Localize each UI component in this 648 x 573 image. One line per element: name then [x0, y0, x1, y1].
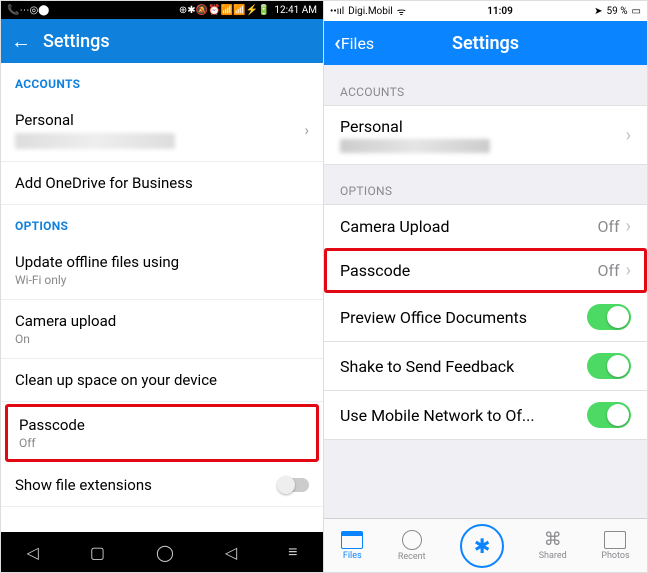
row-shake-feedback[interactable]: Shake to Send Feedback — [324, 341, 647, 391]
row-clean-up[interactable]: Clean up space on your device — [1, 359, 323, 402]
toggle-off[interactable] — [279, 478, 309, 492]
ios-tabbar: Files Recent ✱ ⌘ Shared Photos — [324, 518, 647, 572]
row-camera-upload[interactable]: Camera upload On — [1, 300, 323, 359]
row-sub: Off — [19, 436, 85, 450]
row-label: Add OneDrive for Business — [15, 174, 193, 192]
ios-screen: ••ııl Digi.Mobil ᯤ 11:09 ➤ 59 % ▭ ‹ File… — [324, 1, 647, 572]
aperture-icon: ✱ — [474, 534, 491, 558]
chevron-right-icon: › — [626, 125, 631, 146]
account-email-redacted — [15, 133, 175, 149]
row-label: Camera Upload — [340, 217, 450, 236]
location-icon: ➤ — [594, 6, 602, 17]
tab-add-button[interactable]: ✱ — [460, 524, 504, 568]
android-screen: 📞⋯◎⬤ ⊕✱🔕⏰📶📶⚡🔋 12:41 AM ← Settings ACCOUN… — [1, 1, 324, 572]
row-update-offline[interactable]: Update offline files using Wi-Fi only — [1, 241, 323, 300]
row-camera-upload[interactable]: Camera Upload Off › — [324, 204, 647, 249]
status-left-icons: 📞⋯◎⬤ — [7, 5, 49, 16]
signal-icon: ••ııl — [330, 6, 344, 17]
row-label: Personal — [15, 111, 175, 129]
toggle-on[interactable] — [587, 353, 631, 379]
row-label: Shake to Send Feedback — [340, 357, 514, 376]
tab-photos[interactable]: Photos — [601, 531, 629, 561]
row-preview-docs[interactable]: Preview Office Documents — [324, 292, 647, 342]
row-label: Passcode — [19, 416, 85, 434]
people-icon: ⌘ — [544, 531, 562, 549]
ios-status-bar: ••ııl Digi.Mobil ᯤ 11:09 ➤ 59 % ▭ — [324, 1, 647, 21]
row-label: Clean up space on your device — [15, 371, 217, 389]
page-title: Settings — [43, 31, 110, 52]
row-sub: Wi-Fi only — [15, 273, 179, 287]
status-time: 11:09 — [487, 6, 513, 17]
android-navbar: ◁ ▢ ◯ ◁ ≡ — [1, 532, 323, 572]
row-passcode[interactable]: Passcode Off › — [324, 248, 647, 293]
android-header: ← Settings — [1, 19, 323, 63]
page-title: Settings — [324, 33, 647, 54]
row-mobile-network[interactable]: Use Mobile Network to Of... — [324, 390, 647, 440]
nav-recent-icon[interactable]: ▢ — [90, 543, 105, 562]
row-label: Preview Office Documents — [340, 308, 527, 327]
tab-label: Recent — [398, 552, 426, 562]
chevron-right-icon: › — [626, 260, 631, 281]
chevron-right-icon: › — [304, 121, 309, 139]
row-sub: On — [15, 332, 116, 346]
nav-back2-icon[interactable]: ◁ — [225, 543, 237, 562]
wifi-icon: ᯤ — [397, 4, 406, 18]
tab-label: Photos — [601, 551, 629, 561]
section-accounts: ACCOUNTS — [324, 65, 647, 105]
android-status-bar: 📞⋯◎⬤ ⊕✱🔕⏰📶📶⚡🔋 12:41 AM — [1, 1, 323, 19]
clock-icon — [402, 530, 422, 550]
section-options: OPTIONS — [324, 164, 647, 204]
row-value: Off — [597, 261, 619, 280]
row-label: Show file extensions — [15, 476, 152, 494]
battery-icon: ▭ — [632, 6, 641, 17]
back-arrow-icon[interactable]: ← — [11, 29, 31, 54]
tab-label: Files — [343, 551, 362, 561]
account-email-redacted — [340, 139, 490, 153]
tab-shared[interactable]: ⌘ Shared — [539, 531, 567, 561]
section-options: OPTIONS — [1, 205, 323, 241]
ios-header: ‹ Files Settings — [324, 21, 647, 65]
row-personal[interactable]: Personal › — [1, 99, 323, 162]
carrier: Digi.Mobil — [348, 6, 393, 17]
tab-recent[interactable]: Recent — [398, 530, 426, 562]
battery-pct: 59 % — [607, 6, 628, 17]
row-value: Off — [597, 217, 619, 236]
nav-menu-icon[interactable]: ≡ — [288, 542, 297, 562]
status-time: 12:41 AM — [274, 5, 317, 16]
chevron-right-icon: › — [626, 216, 631, 237]
row-personal[interactable]: Personal › — [324, 105, 647, 165]
row-show-extensions[interactable]: Show file extensions — [1, 464, 323, 507]
row-label: Camera upload — [15, 312, 116, 330]
row-label: Update offline files using — [15, 253, 179, 271]
status-right-icons: ⊕✱🔕⏰📶📶⚡🔋 — [179, 5, 270, 16]
toggle-on[interactable] — [587, 304, 631, 330]
tab-files[interactable]: Files — [341, 531, 363, 561]
file-icon — [341, 531, 363, 549]
row-label: Use Mobile Network to Of... — [340, 406, 535, 425]
nav-back-icon[interactable]: ◁ — [27, 543, 39, 562]
tab-label: Shared — [539, 551, 567, 561]
section-accounts: ACCOUNTS — [1, 63, 323, 99]
row-label: Personal — [340, 117, 490, 136]
row-passcode[interactable]: Passcode Off — [5, 404, 319, 462]
photo-icon — [604, 531, 626, 549]
nav-home-icon[interactable]: ◯ — [156, 543, 174, 562]
row-add-business[interactable]: Add OneDrive for Business — [1, 162, 323, 205]
row-label: Passcode — [340, 261, 410, 280]
toggle-on[interactable] — [587, 402, 631, 428]
